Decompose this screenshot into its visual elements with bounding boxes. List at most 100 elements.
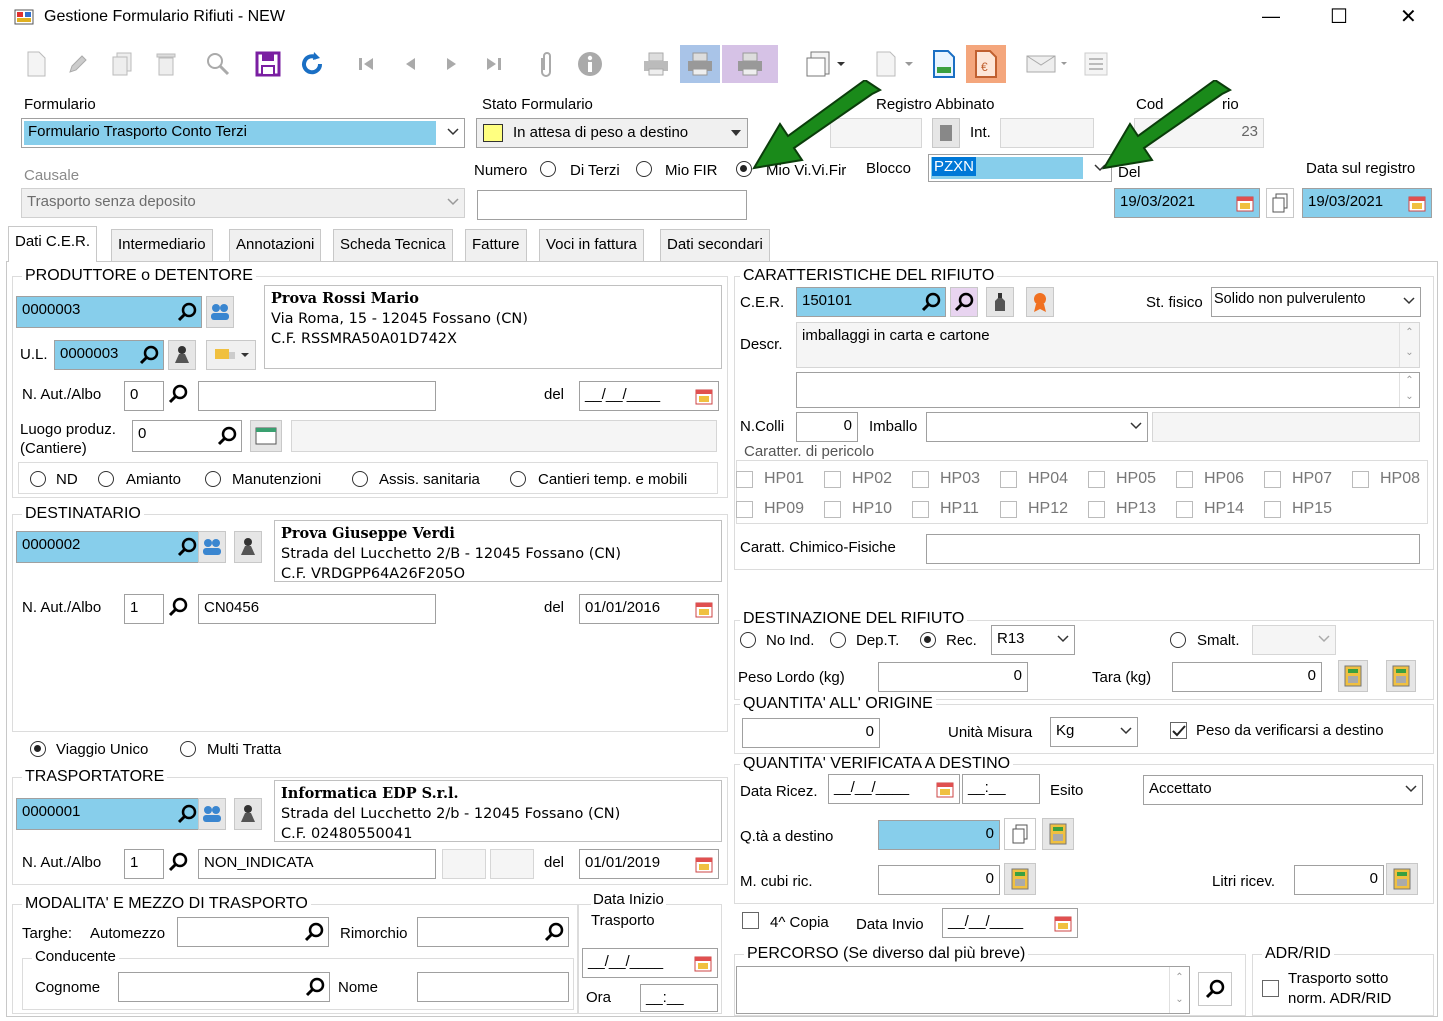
- trasp-aut-num[interactable]: 1: [124, 849, 164, 879]
- search-add-icon[interactable]: [202, 48, 234, 80]
- descr-scrollbar[interactable]: ⌃ ⌄: [1399, 323, 1419, 367]
- search-icon[interactable]: [544, 922, 564, 942]
- blocco-select[interactable]: PZXN: [928, 154, 1112, 182]
- cer-field[interactable]: 150101: [796, 287, 946, 317]
- radio-di-terzi[interactable]: [540, 161, 556, 177]
- tab-voci-fattura[interactable]: Voci in fattura: [539, 229, 644, 261]
- produttore-users-button[interactable]: [206, 296, 234, 328]
- info-icon[interactable]: [574, 48, 606, 80]
- calendar-icon[interactable]: [1053, 913, 1073, 933]
- qta-copy-button[interactable]: [1004, 818, 1036, 850]
- ul-vehicle-dropdown[interactable]: [206, 340, 256, 370]
- rimorchio-field[interactable]: [417, 917, 569, 947]
- first-record-icon[interactable]: [350, 48, 382, 80]
- search-icon[interactable]: [168, 597, 188, 617]
- export-document-icon[interactable]: [800, 48, 850, 80]
- descr-extra-field[interactable]: ⌃ ⌄: [796, 372, 1420, 408]
- search-icon[interactable]: [168, 384, 188, 404]
- print-icon[interactable]: [640, 48, 672, 80]
- document-dropdown-icon[interactable]: [868, 48, 918, 80]
- email-icon[interactable]: [1022, 48, 1072, 80]
- hp-checkbox-hp13[interactable]: [1088, 501, 1105, 518]
- percorso-field[interactable]: ⌃ ⌄: [736, 966, 1190, 1014]
- last-record-icon[interactable]: [478, 48, 510, 80]
- formulario-select[interactable]: Formulario Trasporto Conto Terzi: [21, 118, 465, 148]
- radio-assis-sanitaria[interactable]: [352, 471, 368, 487]
- trasportatore-code-field[interactable]: 0000001: [16, 798, 202, 830]
- radio-smalt[interactable]: [1170, 632, 1186, 648]
- search-icon[interactable]: [921, 292, 941, 312]
- mcubi-calculator-button[interactable]: [1004, 863, 1036, 895]
- data-ricez-field[interactable]: __/__/____: [828, 774, 960, 804]
- smalt-select[interactable]: [1252, 625, 1336, 655]
- hp-checkbox-hp03[interactable]: [912, 471, 929, 488]
- dest-aut-field[interactable]: CN0456: [198, 594, 436, 624]
- calendar-icon[interactable]: [693, 953, 713, 973]
- radio-manutenzioni[interactable]: [205, 471, 221, 487]
- percorso-scrollbar[interactable]: ⌃ ⌄: [1169, 967, 1189, 1013]
- data-inizio-field[interactable]: __/__/____: [582, 948, 718, 978]
- tab-intermediario[interactable]: Intermediario: [111, 229, 213, 261]
- hp-checkbox-hp04[interactable]: [1000, 471, 1017, 488]
- trasp-extra-field-1[interactable]: [442, 849, 486, 879]
- hp-checkbox-hp11[interactable]: [912, 501, 929, 518]
- delete-trash-icon[interactable]: [150, 48, 182, 80]
- rec-select[interactable]: R13: [991, 625, 1075, 655]
- registro-book-icon[interactable]: [932, 118, 960, 148]
- del-date-field[interactable]: 19/03/2021: [1114, 188, 1260, 218]
- data-invio-field[interactable]: __/__/____: [942, 908, 1078, 938]
- percorso-search-button[interactable]: [1198, 972, 1232, 1006]
- ora-ricez-field[interactable]: __:__: [962, 774, 1040, 804]
- ul-person-button[interactable]: [168, 340, 196, 370]
- esito-select[interactable]: Accettato: [1143, 775, 1423, 805]
- quantita-field[interactable]: 0: [742, 718, 880, 748]
- trasp-del-field[interactable]: 01/01/2019: [579, 849, 719, 879]
- trasp-aut-field[interactable]: NON_INDICATA: [198, 849, 436, 879]
- stato-fisico-select[interactable]: Solido non pulverulento: [1211, 287, 1421, 317]
- refresh-undo-icon[interactable]: [296, 48, 328, 80]
- calculator-button-1[interactable]: [1338, 660, 1368, 692]
- chimico-field[interactable]: [926, 534, 1420, 564]
- luogo-field[interactable]: 0: [132, 420, 242, 452]
- descr-field[interactable]: imballaggi in carta e cartone ⌃ ⌄: [796, 322, 1420, 368]
- peso-lordo-field[interactable]: 0: [878, 662, 1028, 692]
- list-report-icon[interactable]: [1080, 48, 1112, 80]
- calculator-button-2[interactable]: [1386, 660, 1416, 692]
- descr-extra-scrollbar[interactable]: ⌃ ⌄: [1399, 373, 1419, 407]
- dest-aut-num[interactable]: 1: [124, 594, 164, 624]
- radio-multi-tratta[interactable]: [180, 741, 196, 757]
- calendar-icon[interactable]: [935, 779, 955, 799]
- hp-checkbox-hp12[interactable]: [1000, 501, 1017, 518]
- search-icon[interactable]: [177, 302, 197, 322]
- unita-select[interactable]: Kg: [1050, 717, 1138, 747]
- new-document-icon[interactable]: [20, 48, 52, 80]
- search-icon[interactable]: [168, 852, 188, 872]
- prod-del-field[interactable]: __/__/____: [579, 381, 719, 411]
- trasportatore-users-button[interactable]: [198, 798, 226, 830]
- copy-icon[interactable]: [106, 48, 138, 80]
- litri-calculator-button[interactable]: [1386, 863, 1418, 895]
- hp-checkbox-hp15[interactable]: [1264, 501, 1281, 518]
- calendar-icon[interactable]: [694, 854, 714, 874]
- calendar-icon[interactable]: [1407, 193, 1427, 213]
- hp-checkbox-hp02[interactable]: [824, 471, 841, 488]
- document-vehicle-icon[interactable]: [928, 48, 960, 80]
- copy-date-button[interactable]: [1266, 188, 1294, 218]
- numero-field[interactable]: [477, 190, 747, 220]
- calendar-icon[interactable]: [1235, 193, 1255, 213]
- save-icon[interactable]: [252, 48, 284, 80]
- hp-checkbox-hp01[interactable]: [736, 471, 753, 488]
- hp-checkbox-hp09[interactable]: [736, 501, 753, 518]
- hp-checkbox-hp14[interactable]: [1176, 501, 1193, 518]
- int-field[interactable]: [1000, 118, 1094, 148]
- invoice-euro-icon[interactable]: €: [966, 45, 1006, 83]
- nome-field[interactable]: [417, 972, 569, 1002]
- radio-viaggio-unico[interactable]: [30, 741, 46, 757]
- calendar-icon[interactable]: [694, 599, 714, 619]
- ul-code-field[interactable]: 0000003: [54, 340, 164, 370]
- edit-pencil-icon[interactable]: [62, 48, 94, 80]
- causale-select[interactable]: Trasporto senza deposito: [21, 188, 465, 218]
- hp-checkbox-hp05[interactable]: [1088, 471, 1105, 488]
- close-button[interactable]: ✕: [1400, 4, 1417, 29]
- search-icon[interactable]: [305, 977, 325, 997]
